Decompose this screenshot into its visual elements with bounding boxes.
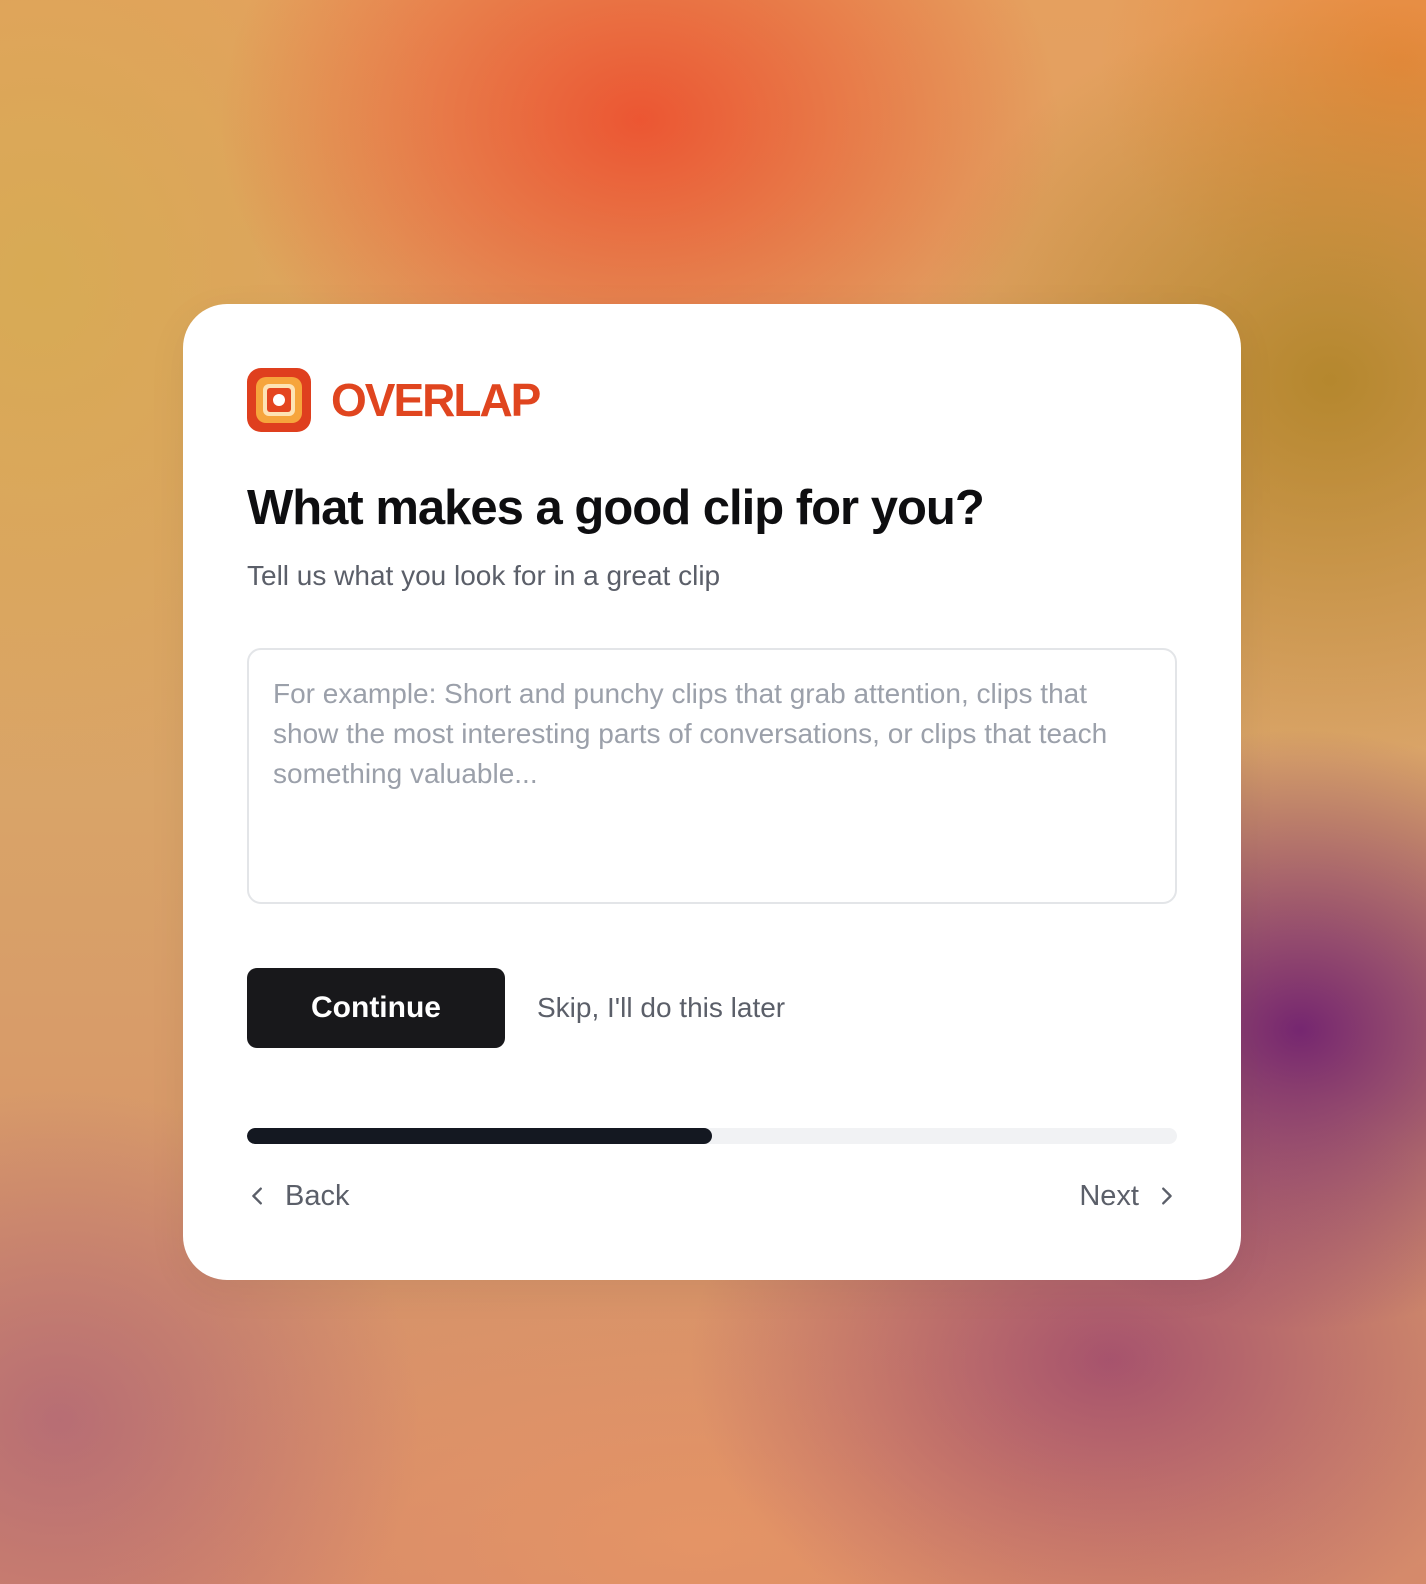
back-button[interactable]: Back	[247, 1176, 349, 1216]
answer-textarea[interactable]	[249, 650, 1175, 902]
brand-name: OVERLAP	[331, 374, 541, 426]
brand-logo: OVERLAP	[247, 368, 541, 432]
skip-link[interactable]: Skip, I'll do this later	[537, 988, 785, 1028]
page-title: What makes a good clip for you?	[247, 481, 985, 535]
chevron-left-icon	[252, 1187, 262, 1205]
chevron-right-icon	[1162, 1187, 1172, 1205]
back-label: Back	[285, 1179, 350, 1212]
next-label: Next	[1079, 1179, 1139, 1212]
next-button[interactable]: Next	[1079, 1176, 1177, 1216]
overlap-logo-icon	[247, 368, 311, 432]
page-subtitle: Tell us what you look for in a great cli…	[247, 560, 721, 591]
progress-bar-fill	[247, 1128, 712, 1144]
answer-field-container	[247, 648, 1177, 904]
progress-bar	[247, 1128, 1177, 1144]
onboarding-card: OVERLAP What makes a good clip for you? …	[183, 304, 1241, 1280]
continue-button[interactable]: Continue	[247, 968, 505, 1048]
